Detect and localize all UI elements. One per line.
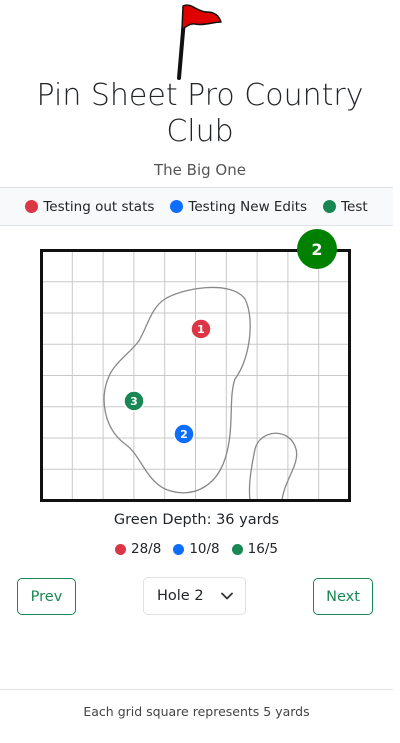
pin-marker[interactable]: 1	[190, 318, 212, 340]
pin-stats: 28/8 10/8 16/5	[0, 541, 393, 557]
pin-marker[interactable]: 2	[173, 423, 195, 445]
pin-marker[interactable]: 3	[123, 390, 145, 412]
hole-select[interactable]: Hole 2	[143, 577, 246, 615]
hole-number-badge: 2	[297, 229, 337, 269]
stat-dot-icon	[231, 543, 243, 555]
stat-value: 28/8	[131, 541, 162, 557]
pin-number: 2	[180, 428, 188, 441]
pin-number: 1	[197, 323, 205, 336]
chevron-down-icon	[221, 592, 233, 600]
stat-value: 10/8	[189, 541, 220, 557]
hole-select-value: Hole 2	[157, 588, 204, 604]
stat-dot-icon	[173, 543, 185, 555]
stat-value: 16/5	[247, 541, 278, 557]
prev-button[interactable]: Prev	[17, 578, 76, 615]
stat-item: 28/8	[115, 541, 161, 557]
stat-item: 10/8	[173, 541, 220, 557]
stat-item: 16/5	[231, 541, 278, 557]
footer-note: Each grid square represents 5 yards	[0, 689, 393, 732]
pin-number: 3	[130, 395, 138, 408]
green-depth: Green Depth: 36 yards	[113, 512, 280, 528]
next-button[interactable]: Next	[313, 578, 373, 615]
stat-dot-icon	[115, 543, 126, 555]
pin-layer: 1 2 3	[123, 318, 212, 445]
